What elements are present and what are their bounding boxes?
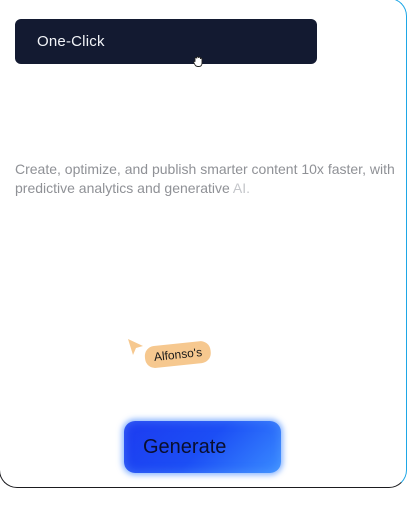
content-card [0, 0, 407, 488]
headline-bar: One-Click [15, 19, 317, 64]
headline-text: One-Click [37, 33, 105, 50]
description-faded: AI. [232, 180, 251, 196]
generate-button[interactable]: Generate [124, 421, 281, 473]
grab-hand-cursor-icon [193, 56, 203, 67]
description-text: Create, optimize, and publish smarter co… [15, 160, 400, 198]
description-main: Create, optimize, and publish smarter co… [15, 161, 395, 196]
collaborator-pointer-icon [128, 339, 143, 355]
